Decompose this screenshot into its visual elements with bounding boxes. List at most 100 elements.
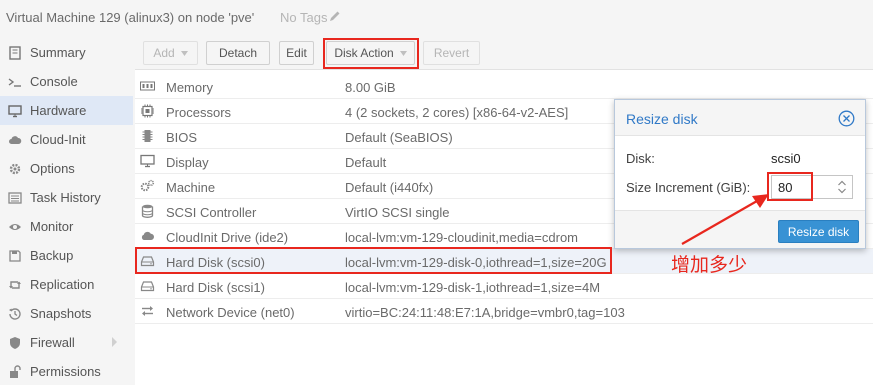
row-value: local-lvm:vm-129-disk-1,iothread=1,size=… (345, 280, 601, 295)
sidebar-item-label: Console (30, 74, 78, 89)
gear-icon (8, 162, 22, 176)
annotation-text: 增加多少 (671, 254, 748, 276)
sidebar-item-backup[interactable]: Backup (0, 241, 133, 270)
terminal-icon (8, 75, 22, 89)
sidebar-item-summary[interactable]: Summary (0, 38, 133, 67)
retweet-icon (8, 278, 22, 292)
toolbar: Add Detach Edit Disk Action Revert (135, 36, 873, 70)
sidebar: Summary Console Hardware Cloud-Init Opti… (0, 36, 133, 385)
sidebar-item-label: Monitor (30, 219, 74, 234)
row-key: Network Device (net0) (166, 305, 295, 320)
sidebar-item-task-history[interactable]: Task History (0, 183, 133, 212)
resize-disk-dialog: Resize disk Disk: scsi0 Size Increment (… (614, 99, 866, 249)
desktop-icon (139, 154, 155, 168)
row-value: VirtIO SCSI single (345, 205, 450, 220)
pencil-icon[interactable] (329, 10, 341, 22)
hardware-row-hard-disk-scsi0[interactable]: Hard Disk (scsi0) local-lvm:vm-129-disk-… (135, 249, 873, 274)
tags-label[interactable]: No Tags (280, 10, 327, 25)
dialog-header: Resize disk (615, 100, 865, 136)
disk-value: scsi0 (771, 151, 801, 166)
detach-button-label: Detach (218, 46, 258, 60)
sidebar-item-permissions[interactable]: Permissions (0, 357, 133, 385)
unlock-icon (8, 364, 22, 379)
disk-action-button-label: Disk Action (334, 46, 394, 60)
add-button[interactable]: Add (143, 41, 198, 65)
row-value: 4 (2 sockets, 2 cores) [x86-64-v2-AES] (345, 105, 569, 120)
dialog-footer: Resize disk (615, 210, 865, 248)
revert-button[interactable]: Revert (423, 41, 480, 65)
floppy-icon (8, 249, 22, 263)
row-key: SCSI Controller (166, 205, 257, 220)
shield-icon (8, 336, 22, 350)
row-key: Processors (166, 105, 232, 120)
add-button-label: Add (153, 46, 175, 60)
edit-button-label: Edit (286, 46, 307, 60)
sidebar-item-label: Options (30, 161, 75, 176)
microchip-icon (139, 129, 155, 143)
vm-title: Virtual Machine 129 (alinux3) on node 'p… (6, 10, 255, 25)
hardware-row-hard-disk-scsi1[interactable]: Hard Disk (scsi1) local-lvm:vm-129-disk-… (135, 274, 873, 299)
row-value: Default (i440fx) (345, 180, 434, 195)
disk-action-button[interactable]: Disk Action (326, 41, 415, 65)
hdd-icon (139, 279, 155, 293)
row-key: CloudInit Drive (ide2) (166, 230, 289, 245)
dialog-body: Disk: scsi0 Size Increment (GiB): (615, 137, 865, 210)
memory-icon (139, 79, 155, 93)
row-value: local-lvm:vm-129-cloudinit,media=cdrom (345, 230, 578, 245)
sidebar-item-cloud-init[interactable]: Cloud-Init (0, 125, 133, 154)
hdd-icon (139, 254, 155, 268)
chevron-right-icon[interactable] (110, 336, 118, 348)
sidebar-item-hardware[interactable]: Hardware (0, 96, 133, 125)
row-value: 8.00 GiB (345, 80, 396, 95)
edit-button[interactable]: Edit (279, 41, 314, 65)
cloud-icon (8, 133, 22, 147)
desktop-icon (8, 104, 22, 118)
revert-button-label: Revert (433, 46, 470, 60)
exchange-icon (139, 304, 155, 318)
size-increment-input[interactable]: 80 (771, 175, 853, 199)
row-key: Machine (166, 180, 216, 195)
row-value: virtio=BC:24:11:48:E7:1A,bridge=vmbr0,ta… (345, 305, 625, 320)
eye-icon (8, 220, 22, 234)
sidebar-item-label: Backup (30, 248, 74, 263)
sidebar-item-label: Permissions (30, 364, 101, 379)
cogs-icon (139, 179, 155, 193)
row-key: BIOS (166, 130, 198, 145)
history-icon (8, 307, 22, 321)
hardware-row-network-device[interactable]: Network Device (net0) virtio=BC:24:11:48… (135, 299, 873, 324)
row-key: Display (166, 155, 209, 170)
list-icon (8, 191, 22, 205)
chevron-down-icon (180, 50, 188, 56)
disk-label: Disk: (626, 151, 655, 166)
sidebar-item-label: Snapshots (30, 306, 92, 321)
detach-button[interactable]: Detach (206, 41, 270, 65)
cloud-icon (139, 229, 155, 243)
row-value: local-lvm:vm-129-disk-0,iothread=1,size=… (345, 255, 607, 270)
sidebar-item-replication[interactable]: Replication (0, 270, 133, 299)
sidebar-item-label: Task History (30, 190, 101, 205)
size-increment-label: Size Increment (GiB): (626, 180, 751, 195)
row-key: Hard Disk (scsi0) (166, 255, 265, 270)
sidebar-item-monitor[interactable]: Monitor (0, 212, 133, 241)
close-icon[interactable] (838, 110, 855, 127)
row-key: Memory (166, 80, 213, 95)
resize-disk-button[interactable]: Resize disk (778, 220, 859, 243)
sidebar-item-firewall[interactable]: Firewall (0, 328, 133, 357)
sidebar-item-console[interactable]: Console (0, 67, 133, 96)
sidebar-item-label: Summary (30, 45, 86, 60)
hardware-row-memory[interactable]: Memory 8.00 GiB (135, 74, 873, 99)
sidebar-item-label: Firewall (30, 335, 75, 350)
sidebar-item-options[interactable]: Options (0, 154, 133, 183)
row-key: Hard Disk (scsi1) (166, 280, 265, 295)
row-value: Default (SeaBIOS) (345, 130, 453, 145)
sidebar-item-snapshots[interactable]: Snapshots (0, 299, 133, 328)
spinner-icon[interactable] (836, 179, 848, 195)
sidebar-item-label: Hardware (30, 103, 87, 118)
sidebar-item-label: Replication (30, 277, 95, 292)
size-increment-value[interactable]: 80 (778, 180, 792, 195)
book-icon (8, 45, 22, 60)
database-icon (139, 204, 155, 218)
dialog-title: Resize disk (626, 111, 698, 127)
chevron-down-icon (399, 50, 407, 56)
cpu-icon (139, 104, 155, 118)
